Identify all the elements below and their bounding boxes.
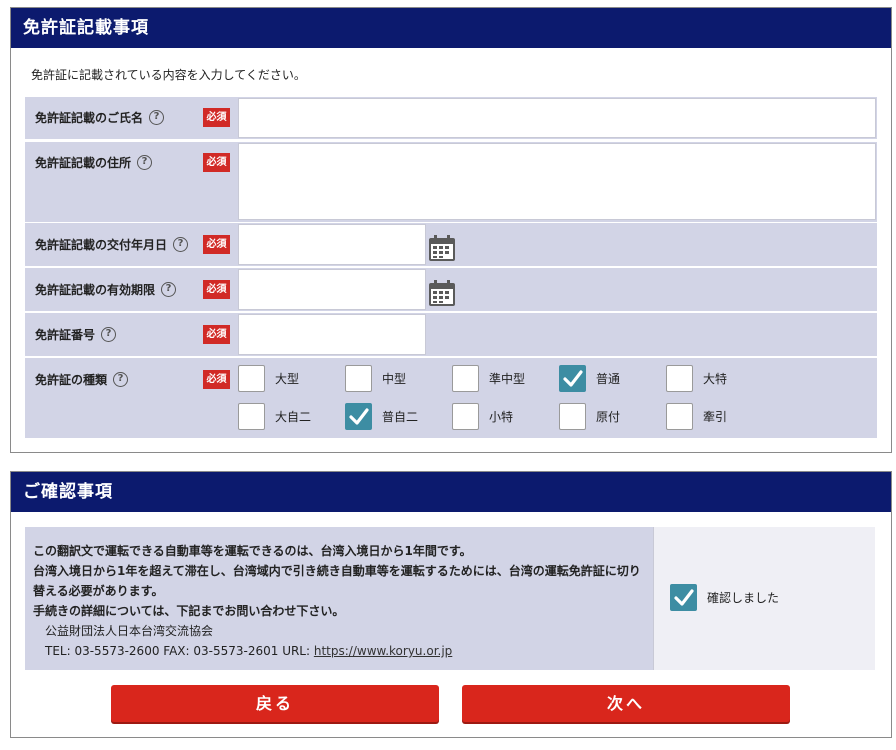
check-icon [562, 369, 583, 387]
license-type-checkbox[interactable] [452, 403, 479, 430]
back-button[interactable]: 戻る [111, 685, 439, 722]
confirm-checkbox-label: 確認しました [707, 591, 780, 605]
license-type-option-label: 大自二 [275, 410, 312, 424]
help-icon[interactable]: ? [113, 372, 129, 387]
license-type-checkbox[interactable] [345, 365, 372, 392]
license-type-option[interactable]: 大自二 [238, 403, 311, 430]
check-icon [348, 407, 369, 425]
koryu-url-link[interactable]: https://www.koryu.or.jp [314, 644, 452, 658]
license-intro-text: 免許証に記載されている内容を入力してください。 [31, 68, 306, 82]
help-icon[interactable]: ? [149, 110, 165, 125]
issue-date-label: 免許証記載の交付年月日 [35, 238, 168, 252]
license-type-checkbox[interactable] [345, 403, 372, 430]
license-type-checkbox[interactable] [666, 403, 693, 430]
license-type-checkbox[interactable] [559, 365, 586, 392]
license-number-input[interactable] [238, 314, 426, 355]
license-type-checkbox[interactable] [559, 403, 586, 430]
calendar-icon[interactable] [427, 278, 457, 308]
license-type-option-label: 小特 [489, 410, 514, 424]
help-icon[interactable]: ? [161, 282, 177, 297]
help-icon[interactable]: ? [137, 155, 153, 170]
license-type-option[interactable]: 普自二 [345, 403, 418, 430]
license-type-option[interactable]: 普通 [559, 365, 620, 392]
notice-line-1: この翻訳文で運転できる自動車等を運転できるのは、台湾入境日から1年間です。 [33, 544, 472, 558]
license-type-option-label: 原付 [596, 410, 621, 424]
license-type-option-label: 普通 [596, 372, 621, 386]
issue-date-input[interactable] [238, 224, 426, 265]
license-type-option[interactable]: 準中型 [452, 365, 525, 392]
license-type-row: 免許証の種類 ? 必須 大型 中型 準中型 普通 大特大自二 普自二 小特 原付 牽引 [25, 358, 877, 438]
license-type-checkbox[interactable] [238, 365, 265, 392]
license-type-checkbox[interactable] [452, 365, 479, 392]
calendar-icon[interactable] [427, 233, 457, 263]
license-type-label: 免許証の種類 [35, 373, 108, 387]
address-row: 免許証記載の住所 ? 必須 [25, 142, 877, 222]
license-type-option-label: 大型 [275, 372, 300, 386]
organization-name: 公益財団法人日本台湾交流協会 [45, 624, 214, 638]
license-type-option-label: 普自二 [382, 410, 419, 424]
confirmation-panel: ご確認事項 この翻訳文で運転できる自動車等を運転できるのは、台湾入境日から1年間… [10, 471, 892, 738]
license-type-option[interactable]: 大型 [238, 365, 299, 392]
notice-box: この翻訳文で運転できる自動車等を運転できるのは、台湾入境日から1年間です。 台湾… [25, 527, 653, 670]
name-label: 免許証記載のご氏名 [35, 111, 144, 125]
confirm-checkbox[interactable] [670, 584, 697, 611]
required-badge: 必須 [203, 325, 230, 344]
required-badge: 必須 [203, 108, 230, 127]
contact-text: TEL: 03-5573-2600 FAX: 03-5573-2601 URL: [45, 644, 314, 658]
required-badge: 必須 [203, 235, 230, 254]
notice-line-2: 台湾入境日から1年を超えて滞在し、台湾域内で引き続き自動車等を運転するためには、… [33, 564, 641, 598]
license-type-option[interactable]: 中型 [345, 365, 406, 392]
required-badge: 必須 [203, 370, 230, 389]
expiry-date-label: 免許証記載の有効期限 [35, 283, 156, 297]
check-icon [673, 588, 694, 606]
license-number-label: 免許証番号 [35, 328, 96, 342]
required-badge: 必須 [203, 153, 230, 172]
notice-line-3: 手続きの詳細については、下記までお問い合わせ下さい。 [33, 604, 345, 618]
license-type-option-label: 大特 [703, 372, 728, 386]
license-type-option-label: 中型 [382, 372, 407, 386]
name-input[interactable] [238, 98, 876, 138]
next-button[interactable]: 次へ [462, 685, 790, 722]
license-type-checkbox[interactable] [238, 403, 265, 430]
license-panel-title: 免許証記載事項 [11, 8, 891, 48]
confirm-checkbox-item[interactable]: 確認しました [670, 584, 779, 611]
address-label: 免許証記載の住所 [35, 156, 132, 170]
license-type-option-label: 牽引 [703, 410, 728, 424]
issue-date-row: 免許証記載の交付年月日 ? 必須 [25, 223, 877, 266]
expiry-date-row: 免許証記載の有効期限 ? 必須 [25, 268, 877, 311]
license-type-option[interactable]: 原付 [559, 403, 620, 430]
help-icon[interactable]: ? [173, 237, 189, 252]
name-row: 免許証記載のご氏名 ? 必須 [25, 97, 877, 139]
contact-info: TEL: 03-5573-2600 FAX: 03-5573-2601 URL:… [33, 641, 645, 661]
license-type-option[interactable]: 大特 [666, 365, 727, 392]
license-number-row: 免許証番号 ? 必須 [25, 313, 877, 356]
license-info-panel: 免許証記載事項 免許証に記載されている内容を入力してください。 免許証記載のご氏… [10, 7, 892, 453]
expiry-date-input[interactable] [238, 269, 426, 310]
license-type-option[interactable]: 牽引 [666, 403, 727, 430]
address-textarea[interactable] [238, 143, 876, 220]
license-type-checkbox[interactable] [666, 365, 693, 392]
confirm-checkbox-area: 確認しました [653, 527, 875, 670]
license-type-option-label: 準中型 [489, 372, 526, 386]
required-badge: 必須 [203, 280, 230, 299]
confirm-panel-title: ご確認事項 [11, 472, 891, 512]
license-type-option[interactable]: 小特 [452, 403, 513, 430]
help-icon[interactable]: ? [101, 327, 117, 342]
